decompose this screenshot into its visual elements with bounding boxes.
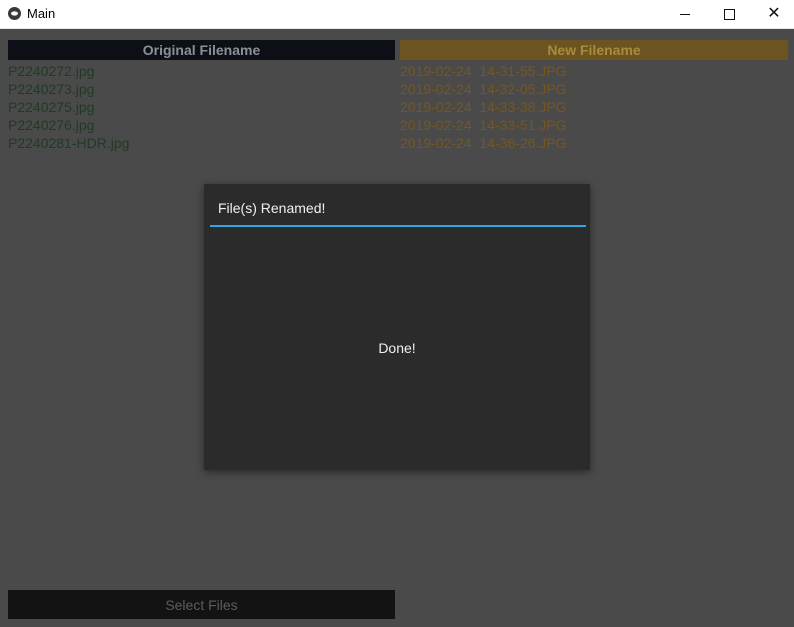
new-filename-item: 2019-02-24 14-31-55.JPG (400, 63, 567, 79)
window-title: Main (27, 6, 56, 21)
new-filename-item: 2019-02-24 14-32-05.JPG (400, 81, 567, 97)
new-filename-item: 2019-02-24 14-33-51.JPG (400, 117, 567, 133)
original-filename-item: P2240275.jpg (8, 99, 95, 115)
original-filename-item: P2240273.jpg (8, 81, 95, 97)
original-filename-item: P2240281-HDR.jpg (8, 135, 130, 151)
renamed-dialog[interactable]: File(s) Renamed! Done! (204, 184, 590, 470)
minimize-button[interactable] (662, 0, 708, 28)
dialog-title-separator (210, 225, 586, 227)
maximize-button[interactable] (706, 0, 752, 28)
close-icon: ✕ (767, 5, 781, 22)
original-filename-item: P2240276.jpg (8, 117, 95, 133)
minimize-icon (680, 13, 690, 15)
original-filename-header: Original Filename (8, 40, 395, 60)
new-filename-header: New Filename (400, 40, 788, 60)
app-icon (8, 7, 21, 20)
original-filename-item: P2240272.jpg (8, 63, 95, 79)
title-bar: Main ✕ (0, 0, 794, 29)
close-button[interactable]: ✕ (751, 0, 794, 28)
new-filename-list: 2019-02-24 14-31-55.JPG 2019-02-24 14-32… (400, 62, 567, 152)
dialog-message: Done! (378, 340, 416, 356)
dialog-title: File(s) Renamed! (218, 200, 326, 216)
new-filename-item: 2019-02-24 14-36-26.JPG (400, 135, 567, 151)
new-filename-item: 2019-02-24 14-33-38.JPG (400, 99, 567, 115)
original-filename-list: P2240272.jpg P2240273.jpg P2240275.jpg P… (8, 62, 129, 152)
select-files-button[interactable]: Select Files (8, 590, 395, 619)
maximize-icon (723, 8, 735, 20)
